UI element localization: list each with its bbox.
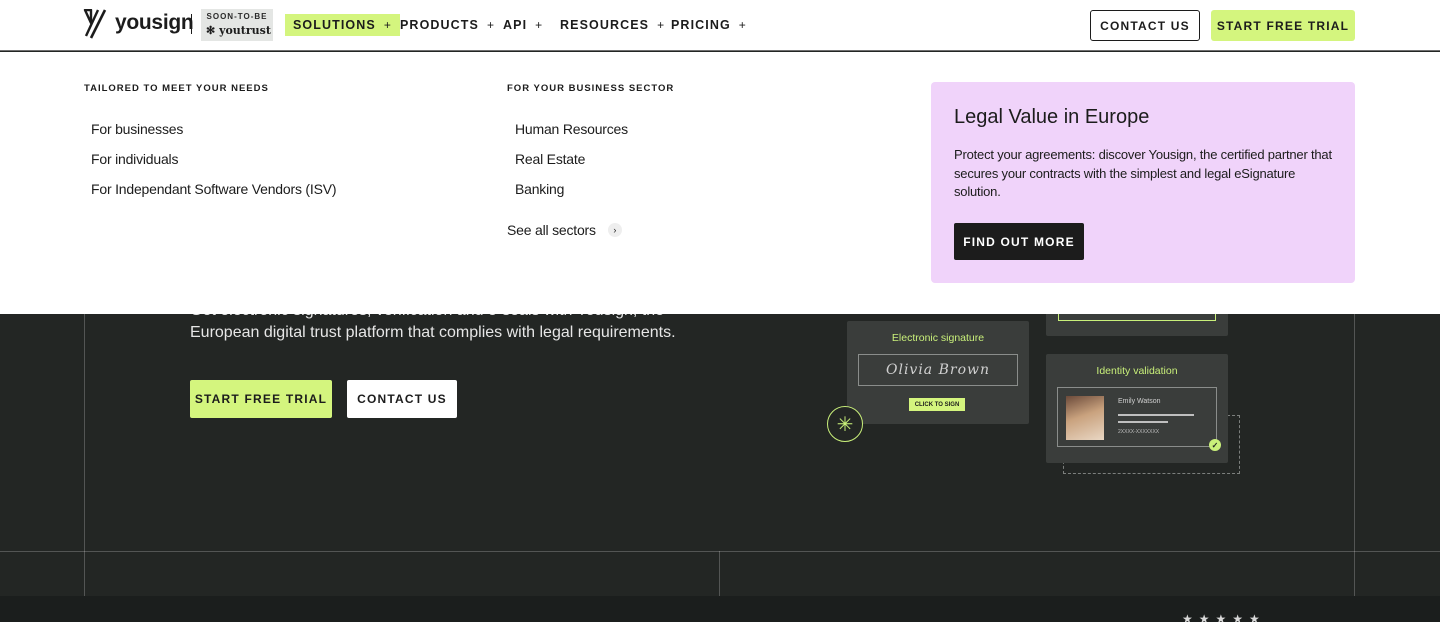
link-for-individuals[interactable]: For individuals: [91, 151, 178, 167]
signature-card: Electronic signature Olivia Brown CLICK …: [847, 321, 1029, 424]
text-line: [1118, 421, 1168, 423]
asterisk-icon: ✻: [206, 24, 216, 37]
plus-icon: +: [738, 18, 747, 32]
youtrust-badge: SOON-TO-BE ✻ youtrust: [201, 9, 273, 41]
rating-stars-icon: ★★★★★: [1182, 612, 1266, 622]
text-line: [1118, 414, 1194, 416]
header-contact-button[interactable]: CONTACT US: [1090, 10, 1200, 41]
header-start-trial-button[interactable]: START FREE TRIAL: [1211, 10, 1355, 41]
identity-number: 2XXXX-XXXXXXX: [1118, 429, 1160, 435]
legal-value-promo-card: Legal Value in Europe Protect your agree…: [931, 82, 1355, 283]
plus-icon: +: [486, 18, 496, 32]
promo-title: Legal Value in Europe: [954, 106, 1150, 128]
solutions-mega-menu: TAILORED TO MEET YOUR NEEDS For business…: [0, 52, 1440, 314]
see-all-sectors-link[interactable]: See all sectors ›: [507, 222, 622, 238]
yousign-logo-icon[interactable]: [83, 9, 107, 39]
link-human-resources[interactable]: Human Resources: [515, 121, 628, 137]
identity-card: Identity validation Emily Watson 2XXXX-X…: [1046, 354, 1228, 463]
see-all-label: See all sectors: [507, 222, 596, 238]
logo-text[interactable]: yousign: [115, 11, 194, 35]
plus-icon: +: [657, 18, 666, 32]
nav-label: PRICING: [671, 18, 731, 32]
nav-label: SOLUTIONS: [293, 18, 376, 32]
grid-line-right: [1354, 314, 1355, 596]
nav-label: PRODUCTS: [400, 18, 479, 32]
plus-icon: +: [383, 18, 392, 32]
nav-products[interactable]: PRODUCTS +: [400, 14, 495, 36]
plus-icon: +: [535, 18, 544, 32]
signature-name-field: Olivia Brown: [858, 354, 1018, 386]
badge-bottom: ✻ youtrust: [206, 24, 271, 37]
identity-card-title: Identity validation: [1096, 365, 1178, 377]
sparkle-icon: ✳: [827, 406, 863, 442]
top-navbar: yousign SOON-TO-BE ✻ youtrust SOLUTIONS +…: [0, 0, 1440, 51]
portrait-photo: [1066, 396, 1104, 440]
identity-name: Emily Watson: [1118, 398, 1161, 405]
nav-pricing[interactable]: PRICING +: [671, 14, 747, 36]
identity-document: Emily Watson 2XXXX-XXXXXXX: [1057, 387, 1217, 447]
link-real-estate[interactable]: Real Estate: [515, 151, 585, 167]
logo-divider: [191, 14, 192, 34]
grid-line-left: [84, 314, 85, 596]
badge-bottom-text: youtrust: [219, 24, 271, 37]
nav-label: API: [503, 18, 528, 32]
signature-card-title: Electronic signature: [891, 332, 985, 344]
grid-line-middle: [719, 551, 720, 596]
link-for-isv[interactable]: For Independant Software Vendors (ISV): [91, 181, 337, 197]
needs-heading: TAILORED TO MEET YOUR NEEDS: [84, 83, 269, 94]
hero-start-trial-button[interactable]: START FREE TRIAL: [190, 380, 332, 418]
chevron-right-icon: ›: [607, 223, 622, 237]
sector-heading: FOR YOUR BUSINESS SECTOR: [507, 83, 675, 94]
grid-line-horizontal: [0, 551, 1440, 552]
promo-text: Protect your agreements: discover Yousig…: [954, 147, 1332, 199]
badge-top-text: SOON-TO-BE: [206, 12, 268, 21]
hero-contact-button[interactable]: CONTACT US: [347, 380, 457, 418]
click-to-sign-button: CLICK TO SIGN: [909, 398, 965, 411]
link-for-businesses[interactable]: For businesses: [91, 121, 183, 137]
nav-label: RESOURCES: [560, 18, 650, 32]
find-out-more-button[interactable]: FIND OUT MORE: [954, 223, 1084, 260]
check-icon: ✓: [1209, 439, 1221, 451]
nav-solutions[interactable]: SOLUTIONS +: [285, 14, 400, 36]
nav-api[interactable]: API +: [503, 14, 543, 36]
nav-resources[interactable]: RESOURCES +: [560, 14, 665, 36]
link-banking[interactable]: Banking: [515, 181, 564, 197]
